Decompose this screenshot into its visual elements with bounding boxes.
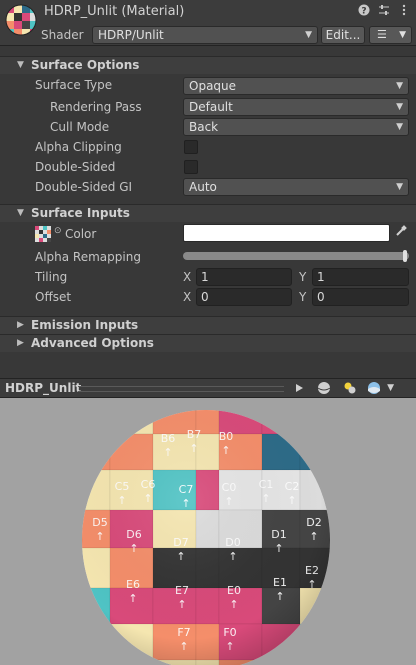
sphere-cell (329, 659, 330, 665)
section-advanced-options[interactable]: ▶ Advanced Options (0, 334, 416, 352)
expanded-triangle-icon: ▼ (17, 60, 24, 70)
chevron-down-icon: ▼ (305, 30, 312, 40)
cull-mode-value: Back (189, 120, 219, 134)
offset-x-field[interactable]: 0 (196, 288, 292, 306)
offset-y-label: Y (299, 290, 307, 304)
alpha-clipping-label: Alpha Clipping (35, 140, 122, 154)
sphere-cell (329, 623, 330, 661)
double-sided-gi-value: Auto (189, 180, 217, 194)
collapsed-triangle-icon: ▶ (17, 338, 24, 348)
inspector-header: HDRP_Unlit (Material) ? Shader HDRP/Unli… (0, 0, 416, 46)
color-swatch[interactable] (183, 224, 390, 242)
material-title: HDRP_Unlit (Material) (44, 4, 185, 19)
chevron-down-icon: ▼ (387, 383, 394, 393)
edit-shader-button[interactable]: Edit... (321, 26, 365, 44)
lighting-icon[interactable] (340, 380, 360, 396)
alpha-remapping-label: Alpha Remapping (35, 250, 141, 264)
chevron-down-icon: ▼ (396, 81, 403, 91)
sphere-cell (329, 469, 330, 511)
material-preview-area[interactable]: B6↑B7↑B0↑C5↑C6↑C7↑C0↑C1↑C2↑D5↑D6↑D7↑D0↑D… (0, 398, 416, 665)
double-sided-gi-label: Double-Sided GI (35, 180, 133, 194)
sphere-cell (329, 547, 330, 589)
sphere-cell (109, 659, 154, 665)
surface-type-dropdown[interactable]: Opaque ▼ (183, 77, 409, 95)
preview-toolbar[interactable]: HDRP_Unlit ▼ (0, 378, 416, 398)
sphere-cell (299, 623, 330, 661)
section-title: Emission Inputs (31, 318, 139, 332)
section-title: Surface Options (31, 58, 140, 72)
section-surface-inputs[interactable]: ▼ Surface Inputs (0, 204, 416, 222)
chevron-down-icon: ▼ (396, 122, 403, 132)
shader-label: Shader (41, 28, 84, 42)
panel-divider (0, 360, 416, 378)
eyedropper-icon[interactable] (392, 224, 410, 242)
slider-handle[interactable] (403, 250, 407, 262)
collapsed-triangle-icon: ▶ (17, 320, 24, 330)
svg-text:?: ? (361, 7, 366, 17)
preview-background-dropdown[interactable]: ▼ (366, 380, 396, 396)
color-label: Color (65, 227, 97, 241)
sphere-cell (261, 659, 301, 665)
sphere-cell (329, 587, 330, 625)
rendering-pass-label: Rendering Pass (50, 100, 142, 114)
list-icon: ☰ (377, 28, 387, 41)
section-surface-options[interactable]: ▼ Surface Options (0, 56, 416, 74)
help-icon[interactable]: ? (358, 4, 370, 17)
chevron-down-icon: ▼ (399, 30, 406, 40)
offset-label: Offset (35, 290, 72, 304)
preview-title: HDRP_Unlit (5, 381, 82, 395)
chevron-down-icon: ▼ (396, 102, 403, 112)
rendering-pass-value: Default (189, 100, 233, 114)
rendering-pass-dropdown[interactable]: Default ▼ (183, 98, 409, 116)
shader-value: HDRP/Unlit (98, 28, 164, 42)
sphere-cell (299, 659, 330, 665)
settings-sliders-icon[interactable] (378, 4, 390, 16)
sphere-cell (329, 433, 330, 471)
list-menu-button[interactable]: ☰ ▼ (369, 26, 412, 44)
drag-handle[interactable] (78, 386, 284, 392)
alpha-remapping-slider[interactable] (183, 250, 409, 262)
offset-y-field[interactable]: 0 (312, 288, 409, 306)
texture-thumbnail-icon[interactable] (35, 226, 51, 242)
sphere-cell (82, 623, 111, 661)
sphere-cell (82, 659, 111, 665)
material-thumbnail (5, 4, 37, 36)
preview-sphere: B6↑B7↑B0↑C5↑C6↑C7↑C0↑C1↑C2↑D5↑D6↑D7↑D0↑D… (82, 410, 330, 665)
surface-type-value: Opaque (189, 79, 237, 93)
double-sided-gi-dropdown[interactable]: Auto ▼ (183, 178, 409, 196)
tiling-x-label: X (183, 270, 192, 284)
section-emission-inputs[interactable]: ▶ Emission Inputs (0, 316, 416, 334)
section-title: Advanced Options (31, 336, 154, 350)
chevron-down-icon: ▼ (396, 182, 403, 192)
shader-dropdown[interactable]: HDRP/Unlit ▼ (92, 26, 318, 44)
cull-mode-dropdown[interactable]: Back ▼ (183, 118, 409, 136)
tiling-x-field[interactable]: 1 (196, 268, 292, 286)
sphere-cell (299, 410, 330, 435)
sky-sphere-icon (368, 382, 380, 394)
alpha-clipping-checkbox[interactable] (184, 140, 198, 154)
surface-type-label: Surface Type (35, 78, 113, 92)
more-options-icon[interactable] (398, 4, 410, 16)
expanded-triangle-icon: ▼ (17, 208, 24, 218)
double-sided-label: Double-Sided (35, 160, 116, 174)
offset-x-label: X (183, 290, 192, 304)
sphere-cell (329, 509, 330, 549)
play-icon[interactable] (289, 380, 309, 396)
sphere-mesh-icon[interactable] (314, 380, 334, 396)
tiling-y-field[interactable]: 1 (312, 268, 409, 286)
section-title: Surface Inputs (31, 206, 130, 220)
tiling-label: Tiling (35, 270, 68, 284)
cull-mode-label: Cull Mode (50, 120, 110, 134)
tiling-y-label: Y (299, 270, 307, 284)
sphere-cell (329, 410, 330, 435)
sphere-cell (82, 410, 111, 435)
double-sided-checkbox[interactable] (184, 160, 198, 174)
target-circle-icon[interactable]: ⊙ (54, 226, 62, 236)
